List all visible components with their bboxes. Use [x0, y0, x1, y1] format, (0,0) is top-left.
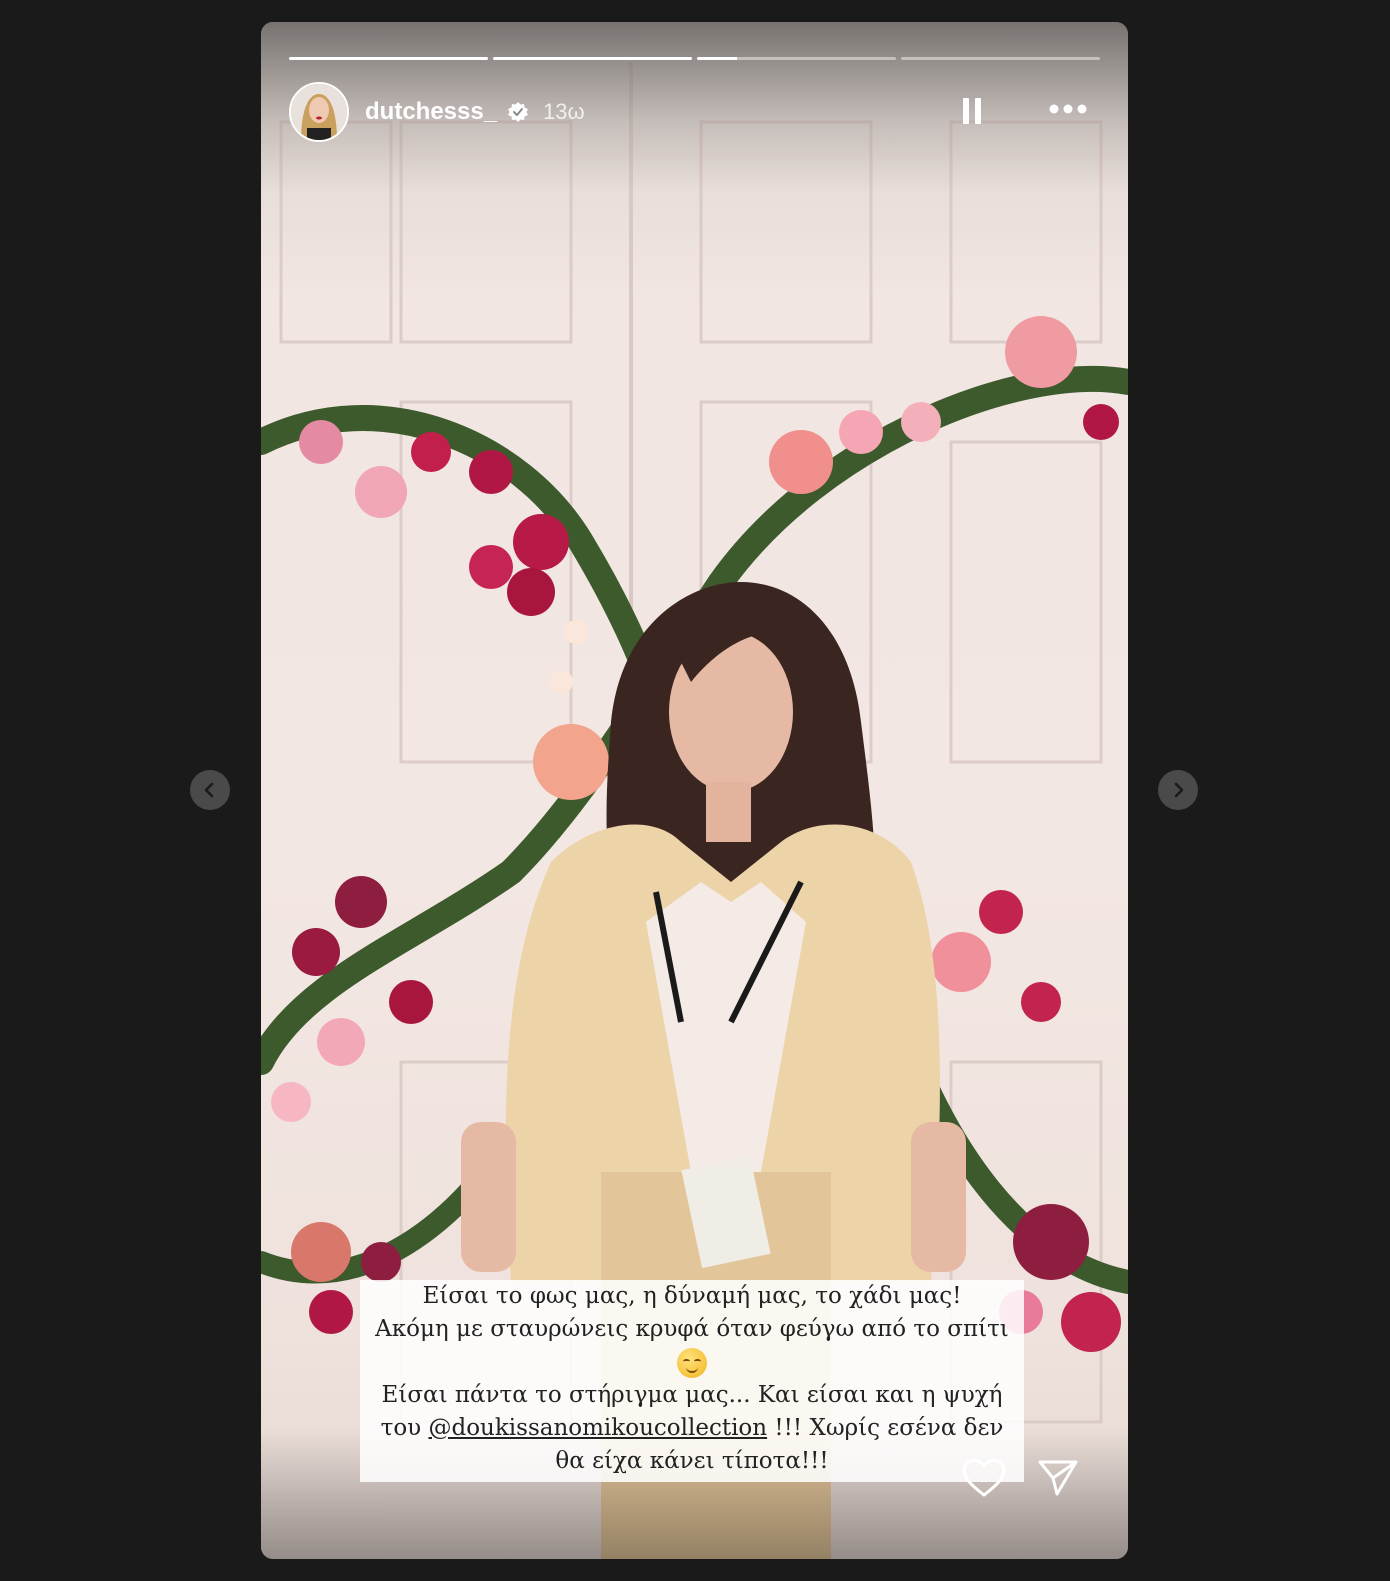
username[interactable]: dutchesss_	[365, 98, 497, 126]
progress-segment	[697, 57, 896, 60]
story-progress	[289, 57, 1100, 60]
story-viewer[interactable]: dutchesss_ 13ω Είσαι το φως μας, η δύναμ…	[261, 22, 1128, 1559]
caption-line: Είσαι πάντα το στήριγμα μας... Και είσαι…	[381, 1382, 1003, 1408]
progress-segment	[901, 57, 1100, 60]
mention-link[interactable]: @doukissanomikoucollection	[428, 1415, 767, 1441]
previous-story-button[interactable]	[190, 770, 230, 810]
like-button[interactable]	[961, 1457, 1007, 1504]
relieved-face-emoji-icon	[677, 1348, 707, 1378]
progress-segment	[289, 57, 488, 60]
more-options-button[interactable]	[1048, 102, 1088, 121]
post-time: 13ω	[543, 99, 585, 124]
chevron-left-icon	[204, 782, 214, 798]
caption-line: θα είχα κάνει τίποτα!!!	[555, 1448, 829, 1474]
pause-icon	[963, 98, 981, 124]
verified-badge-icon	[508, 102, 529, 122]
story-header: dutchesss_ 13ω	[289, 82, 1088, 142]
avatar[interactable]	[289, 82, 349, 142]
more-options-icon	[1049, 104, 1087, 114]
story-caption: Είσαι το φως μας, η δύναμή μας, το χάδι …	[360, 1280, 1024, 1482]
share-button[interactable]	[1037, 1458, 1079, 1503]
heart-icon	[962, 1458, 1006, 1497]
caption-line: Ακόμη με σταυρώνεις κρυφά όταν φεύγω από…	[375, 1316, 1009, 1342]
caption-line: του @doukissanomikoucollection !!! Χωρίς…	[380, 1415, 1004, 1441]
caption-line: Είσαι το φως μας, η δύναμή μας, το χάδι …	[422, 1283, 962, 1309]
next-story-button[interactable]	[1158, 770, 1198, 810]
progress-segment	[493, 57, 692, 60]
pause-button[interactable]	[960, 96, 984, 131]
send-icon	[1038, 1460, 1078, 1496]
chevron-right-icon	[1174, 782, 1184, 798]
